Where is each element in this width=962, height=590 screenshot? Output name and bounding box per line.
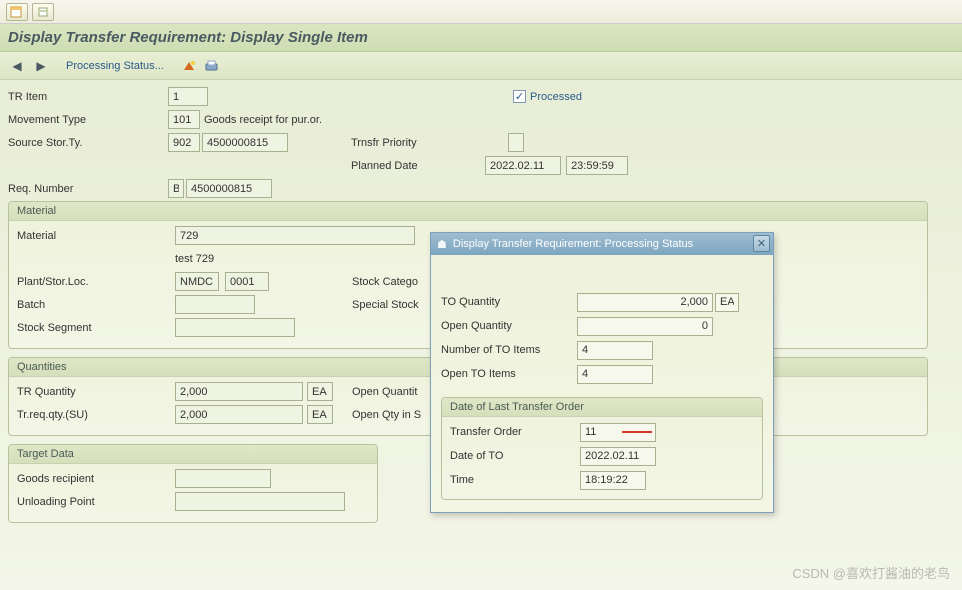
unloading-point-field[interactable] (175, 492, 345, 511)
planned-date-label: Planned Date (351, 160, 441, 172)
material-group-title: Material (9, 202, 927, 221)
target-data-title: Target Data (9, 445, 377, 464)
highlight-underline (622, 431, 652, 433)
batch-field[interactable] (175, 295, 255, 314)
page-title: Display Transfer Requirement: Display Si… (8, 29, 368, 46)
stock-segment-field[interactable] (175, 318, 295, 337)
date-last-to-group: Date of Last Transfer Order Transfer Ord… (441, 397, 763, 500)
tr-req-su-label: Tr.req.qty.(SU) (17, 409, 175, 421)
tr-qty-label: TR Quantity (17, 386, 175, 398)
popup-close-button[interactable]: ✕ (753, 235, 770, 252)
stock-category-label: Stock Catego (352, 276, 418, 288)
date-of-to-field[interactable] (580, 447, 656, 466)
close-icon: ✕ (757, 237, 766, 250)
target-data-group: Target Data Goods recipient Unloading Po… (8, 444, 378, 523)
material-label: Material (17, 230, 175, 242)
time-field[interactable] (580, 471, 646, 490)
tr-qty-uom-field[interactable] (307, 382, 333, 401)
overview-icon[interactable] (182, 58, 198, 74)
document-icon (10, 6, 24, 18)
processing-status-popup: ☗ Display Transfer Requirement: Processi… (430, 232, 774, 513)
popup-open-qty-field[interactable] (577, 317, 713, 336)
source-stor-ty-field[interactable] (168, 133, 200, 152)
stock-segment-label: Stock Segment (17, 322, 175, 334)
note-icon (36, 6, 50, 18)
date-of-to-label: Date of TO (450, 450, 580, 462)
popup-body: TO Quantity Open Quantity Number of TO I… (431, 255, 773, 512)
tr-req-su-field[interactable] (175, 405, 303, 424)
open-qty-label: Open Quantit (352, 386, 417, 398)
to-qty-field[interactable] (577, 293, 713, 312)
batch-label: Batch (17, 299, 175, 311)
movement-type-desc: Goods receipt for pur.or. (204, 114, 322, 126)
tr-req-su-uom-field[interactable] (307, 405, 333, 424)
popup-title-bar[interactable]: ☗ Display Transfer Requirement: Processi… (431, 233, 773, 255)
main-content: TR Item ✓ Processed Movement Type Goods … (0, 80, 962, 590)
req-number-field[interactable] (186, 179, 272, 198)
trnsfr-priority-field[interactable] (508, 133, 524, 152)
planned-time-field[interactable] (566, 156, 628, 175)
num-to-items-field[interactable] (577, 341, 653, 360)
unloading-point-label: Unloading Point (17, 496, 175, 508)
check-icon: ✓ (513, 90, 526, 103)
popup-title-icon: ☗ (437, 238, 447, 251)
open-to-items-field[interactable] (577, 365, 653, 384)
prev-button[interactable]: ◀ (8, 57, 26, 75)
toolbar-button-2[interactable] (32, 3, 54, 21)
movement-type-field[interactable] (168, 110, 200, 129)
goods-recipient-field[interactable] (175, 469, 271, 488)
to-qty-uom-field[interactable] (715, 293, 739, 312)
to-qty-label: TO Quantity (441, 296, 577, 308)
material-desc: test 729 (175, 253, 214, 265)
source-stor-ty-label: Source Stor.Ty. (8, 137, 168, 149)
planned-date-field[interactable] (485, 156, 561, 175)
next-button[interactable]: ▶ (32, 57, 50, 75)
num-to-items-label: Number of TO Items (441, 344, 577, 356)
plant-stor-label: Plant/Stor.Loc. (17, 276, 175, 288)
popup-title-text: Display Transfer Requirement: Processing… (453, 238, 693, 250)
app-system-toolbar (0, 0, 962, 24)
special-stock-label: Special Stock (352, 299, 419, 311)
trnsfr-priority-label: Trnsfr Priority (351, 137, 441, 149)
popup-open-qty-label: Open Quantity (441, 320, 577, 332)
tr-item-label: TR Item (8, 91, 168, 103)
tr-item-field[interactable] (168, 87, 208, 106)
time-label: Time (450, 474, 580, 486)
sub-toolbar: ◀ ▶ Processing Status... (0, 52, 962, 80)
processed-label: Processed (530, 91, 582, 103)
open-qty-su-label: Open Qty in S (352, 409, 421, 421)
req-number-label: Req. Number (8, 183, 168, 195)
tr-qty-field[interactable] (175, 382, 303, 401)
material-field[interactable] (175, 226, 415, 245)
source-stor-ty-doc-field[interactable] (202, 133, 288, 152)
toolbar-button-1[interactable] (6, 3, 28, 21)
page-title-bar: Display Transfer Requirement: Display Si… (0, 24, 962, 52)
watermark-text: CSDN @喜欢打酱油的老鸟 (792, 563, 950, 582)
goods-recipient-label: Goods recipient (17, 473, 175, 485)
transfer-order-label: Transfer Order (450, 426, 580, 438)
processing-status-link[interactable]: Processing Status... (66, 60, 164, 72)
plant-field[interactable] (175, 272, 219, 291)
req-number-type-field[interactable] (168, 179, 184, 198)
processed-checkbox[interactable]: ✓ Processed (513, 90, 582, 103)
open-to-items-label: Open TO Items (441, 368, 577, 380)
date-last-to-title: Date of Last Transfer Order (442, 398, 762, 417)
print-icon[interactable] (204, 58, 220, 74)
movement-type-label: Movement Type (8, 114, 168, 126)
stor-loc-field[interactable] (225, 272, 269, 291)
